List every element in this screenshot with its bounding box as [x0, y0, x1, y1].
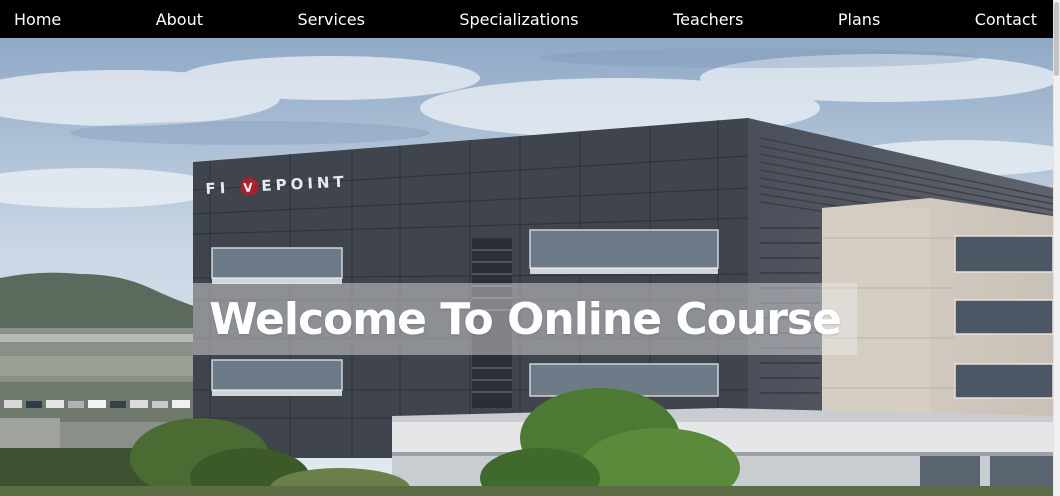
- nav-about-link[interactable]: About: [156, 10, 203, 29]
- page: Home About Services Specializations Teac…: [0, 0, 1060, 496]
- svg-text:FI: FI: [205, 179, 230, 198]
- hero-background-image: FI V EPOINT: [0, 38, 1053, 496]
- nav-specializations-link[interactable]: Specializations: [459, 10, 578, 29]
- scrollbar-thumb[interactable]: [1054, 2, 1059, 76]
- page-scrollbar[interactable]: [1053, 0, 1060, 496]
- nav-teachers-link[interactable]: Teachers: [673, 10, 743, 29]
- nav-contact-link[interactable]: Contact: [975, 10, 1037, 29]
- nav-home-link[interactable]: Home: [14, 10, 61, 29]
- nav-plans-link[interactable]: Plans: [838, 10, 880, 29]
- svg-text:V: V: [243, 180, 254, 195]
- hero-section: FI V EPOINT Welcome To Online Course: [0, 38, 1053, 496]
- hero-title: Welcome To Online Course: [209, 293, 842, 345]
- parked-cars: [4, 400, 190, 408]
- hero-title-banner: Welcome To Online Course: [193, 283, 857, 355]
- top-navbar: Home About Services Specializations Teac…: [0, 0, 1053, 38]
- nav-services-link[interactable]: Services: [297, 10, 364, 29]
